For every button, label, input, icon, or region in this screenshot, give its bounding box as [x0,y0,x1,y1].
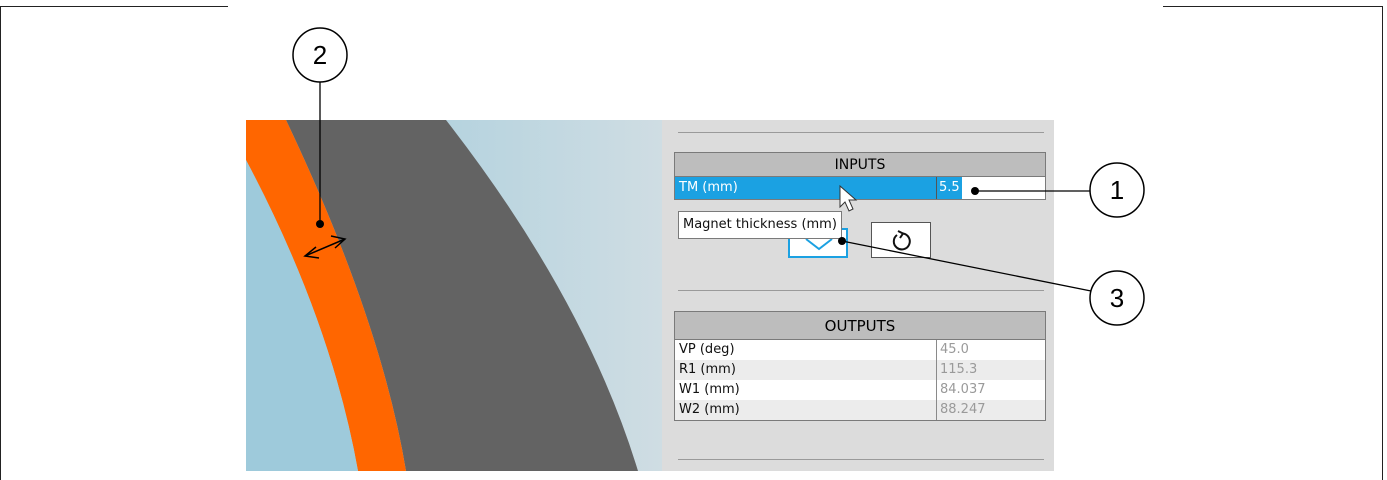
input-field-tm[interactable]: 5.5 [937,177,1045,199]
figure-frame-top-right [1163,6,1383,7]
inputs-outputs-panel: INPUTS TM (mm) 5.5 Magnet thickness (mm)… [662,120,1054,471]
output-value: 88.247 [940,402,986,417]
output-row: VP (deg) 45.0 [675,340,1045,360]
callout-circle-3 [1089,270,1145,326]
panel-divider [678,132,1044,133]
output-value: 45.0 [940,342,969,357]
output-row: W2 (mm) 88.247 [675,400,1045,420]
output-label: W1 (mm) [675,380,937,400]
outputs-header: OUTPUTS [675,312,1045,340]
reset-icon [892,230,911,251]
input-row-tm[interactable]: TM (mm) 5.5 [675,177,1045,199]
outputs-table: OUTPUTS VP (deg) 45.0 R1 (mm) 115.3 W1 (… [674,311,1046,421]
output-value: 84.037 [940,382,986,397]
callout-number-1: 1 [1110,175,1124,205]
callout-circle-2 [292,27,348,83]
output-row: R1 (mm) 115.3 [675,360,1045,380]
output-value: 115.3 [940,362,978,377]
output-row: W1 (mm) 84.037 [675,380,1045,400]
inputs-header: INPUTS [675,153,1045,177]
callout-circle-1 [1089,162,1145,218]
geometry-view[interactable] [246,120,662,471]
chevron-down-icon [805,238,833,251]
callout-number-2: 2 [313,40,327,70]
output-label: R1 (mm) [675,360,937,380]
callout-number-3: 3 [1110,283,1124,313]
input-value-tm[interactable]: 5.5 [937,177,962,199]
reset-button[interactable] [871,222,931,258]
tooltip-magnet-thickness: Magnet thickness (mm) [678,211,842,239]
figure-frame-top-left [0,6,228,7]
outputs-rows: VP (deg) 45.0 R1 (mm) 115.3 W1 (mm) 84.0… [675,340,1045,420]
panel-divider [678,459,1044,460]
figure-frame-right [1382,6,1383,480]
output-label: VP (deg) [675,340,937,360]
inputs-table: INPUTS TM (mm) 5.5 [674,152,1046,200]
panel-divider [678,290,1044,291]
input-label-tm[interactable]: TM (mm) [675,177,937,199]
figure-frame-left [0,6,1,480]
output-label: W2 (mm) [675,400,937,420]
